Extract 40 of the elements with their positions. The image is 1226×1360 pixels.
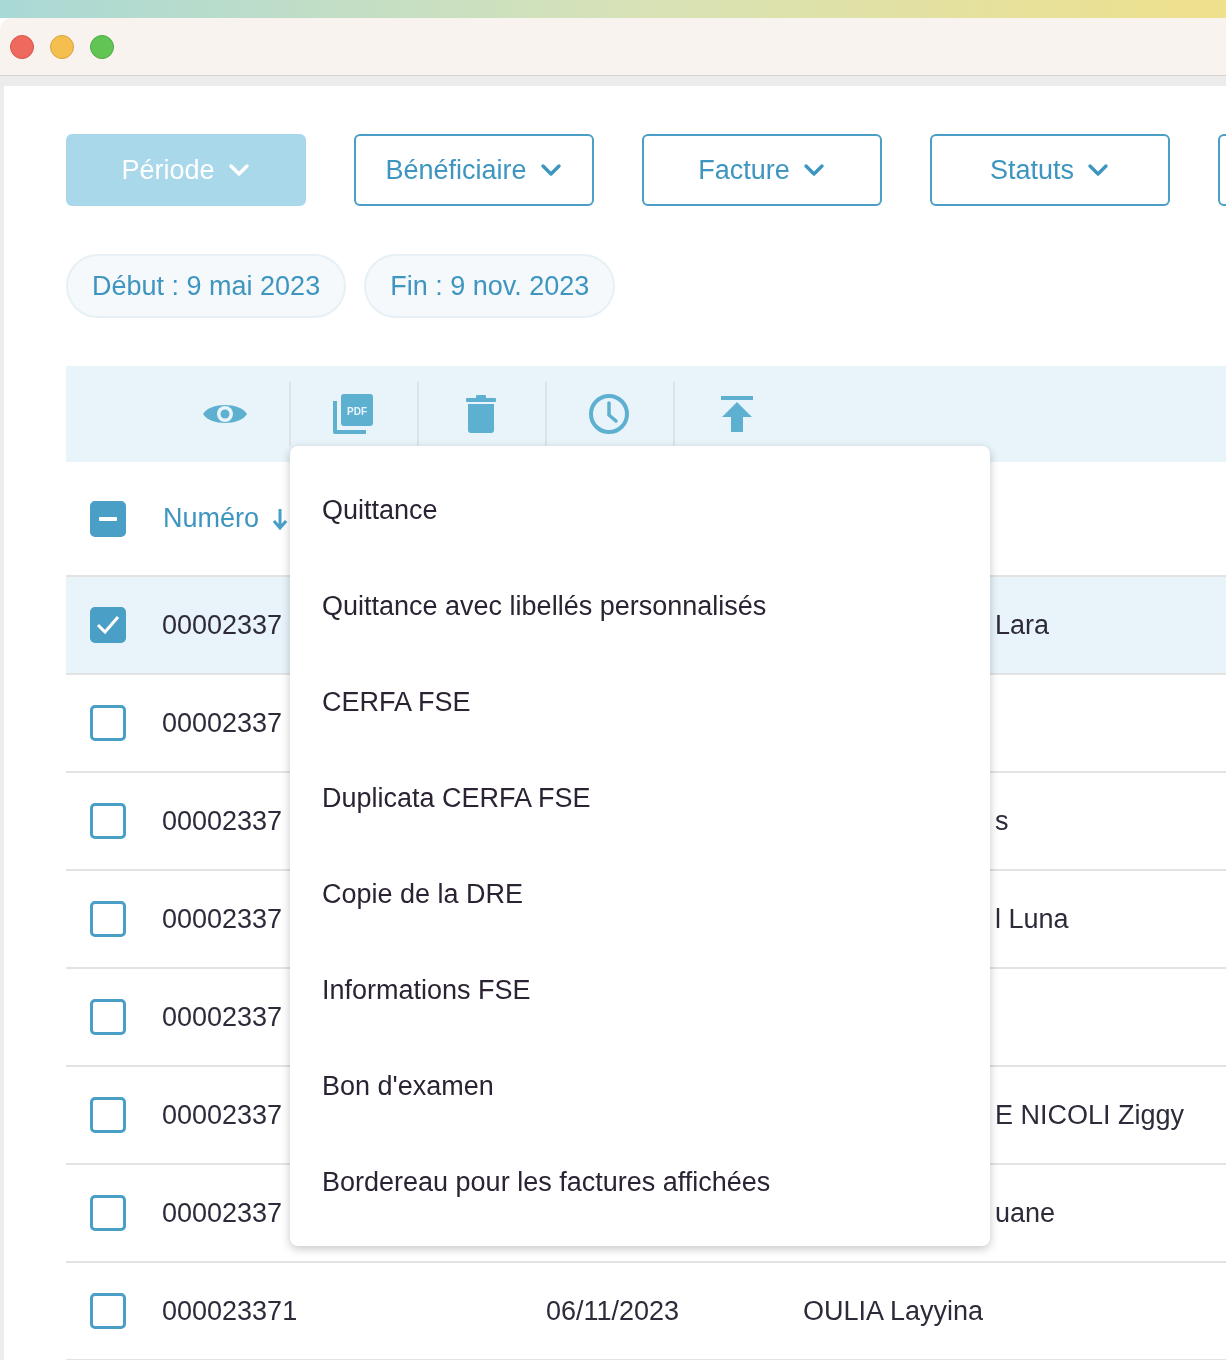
menu-item[interactable]: Quittance: [290, 462, 990, 558]
trash-icon[interactable]: [466, 395, 496, 433]
row-checkbox[interactable]: [90, 705, 126, 741]
menu-item[interactable]: Duplicata CERFA FSE: [290, 750, 990, 846]
table-cell: s: [995, 805, 1009, 837]
table-cell: uane: [995, 1197, 1056, 1229]
table-cell: 000023371: [162, 1295, 298, 1326]
table-cell: 00002337: [162, 1197, 283, 1228]
table-cell: 06/11/2023: [546, 1295, 680, 1326]
table-cell: Lara: [995, 609, 1050, 641]
row-checkbox[interactable]: [90, 901, 126, 937]
table-cell: OULIA Layyina: [803, 1295, 984, 1327]
table-cell: 00002337: [162, 805, 283, 836]
table-cell: l Luna: [995, 903, 1069, 935]
clock-icon[interactable]: [588, 393, 630, 435]
menu-item[interactable]: Bon d'examen: [290, 1038, 990, 1134]
select-all-checkbox[interactable]: [90, 500, 126, 537]
menu-item[interactable]: Copie de la DRE: [290, 846, 990, 942]
row-checkbox[interactable]: [90, 1195, 126, 1231]
table-cell: 00002337: [162, 1001, 283, 1032]
table-cell: 00002337: [162, 903, 283, 934]
close-icon[interactable]: [10, 34, 34, 59]
row-checkbox[interactable]: [90, 607, 126, 643]
sort-arrow-icon[interactable]: [273, 506, 288, 531]
menu-item[interactable]: Quittance avec libellés personnalisés: [290, 558, 990, 654]
minimize-icon[interactable]: [50, 34, 74, 59]
upload-icon[interactable]: [721, 396, 753, 432]
minus-icon: [99, 516, 117, 521]
table-cell: 00002337: [162, 609, 283, 640]
menu-item[interactable]: CERFA FSE: [290, 654, 990, 750]
table-cell: E NICOLI Ziggy: [995, 1099, 1185, 1131]
row-checkbox[interactable]: [90, 1097, 126, 1133]
menu-item[interactable]: Informations FSE: [290, 942, 990, 1038]
menu-item[interactable]: Bordereau pour les factures affichées: [290, 1134, 990, 1230]
row-checkbox[interactable]: [90, 803, 126, 839]
row-checkbox[interactable]: [90, 1293, 126, 1329]
table-cell: 00002337: [162, 707, 283, 738]
zoom-icon[interactable]: [90, 34, 114, 59]
row-checkbox[interactable]: [90, 999, 126, 1035]
table-cell: 00002337: [162, 1099, 283, 1130]
